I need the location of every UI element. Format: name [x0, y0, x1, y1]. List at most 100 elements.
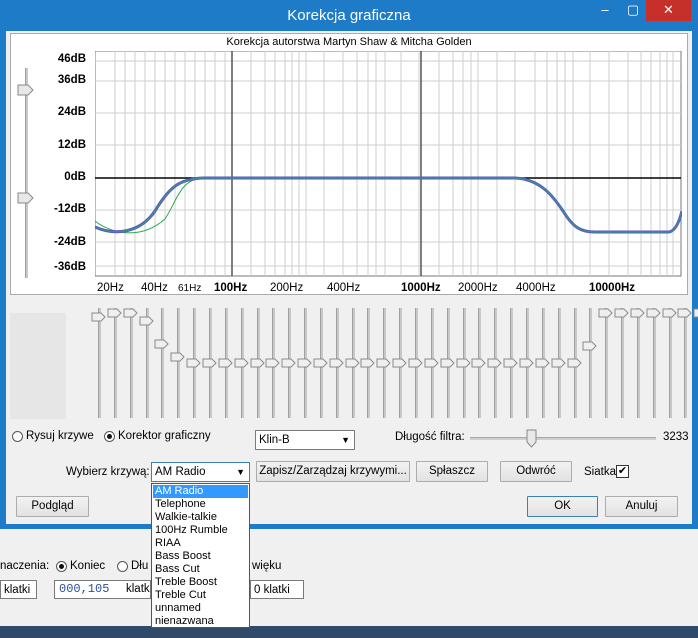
- eq-band-thumb[interactable]: [582, 341, 597, 351]
- filter-length-thumb[interactable]: [526, 429, 537, 448]
- freq-label: 20Hz: [97, 282, 124, 294]
- draw-curves-radio[interactable]: [12, 431, 23, 442]
- eq-band-thumb[interactable]: [471, 358, 486, 368]
- eq-band-track[interactable]: [114, 308, 117, 418]
- min-gain-slider-thumb[interactable]: [17, 192, 34, 204]
- eq-band-thumb[interactable]: [440, 358, 455, 368]
- eq-band-track[interactable]: [130, 308, 133, 418]
- eq-band-track[interactable]: [684, 308, 687, 418]
- graphic-eq-label: Korektor graficzny: [118, 430, 211, 442]
- curve-option[interactable]: RIAA: [153, 537, 248, 550]
- flatten-button[interactable]: Spłaszcz: [416, 461, 488, 482]
- eq-band-thumb[interactable]: [424, 358, 439, 368]
- eq-band-thumb[interactable]: [91, 312, 106, 322]
- eq-band-thumb[interactable]: [503, 358, 518, 368]
- eq-band-thumb[interactable]: [693, 308, 698, 318]
- eq-band-thumb[interactable]: [234, 358, 249, 368]
- eq-band-track[interactable]: [98, 308, 101, 418]
- ok-button[interactable]: OK: [527, 496, 598, 517]
- preview-button[interactable]: Podgląd: [16, 496, 89, 517]
- bg-end-radio[interactable]: [56, 561, 67, 572]
- max-gain-slider-thumb[interactable]: [17, 84, 34, 96]
- minimize-button[interactable]: –: [590, 0, 620, 21]
- grid-checkbox[interactable]: ✔: [616, 465, 629, 478]
- bg-unit-select-right[interactable]: 0 klatki: [250, 580, 304, 599]
- eq-band-thumb[interactable]: [170, 352, 185, 362]
- filter-length-label: Długość filtra:: [395, 431, 465, 443]
- eq-band-track[interactable]: [161, 308, 164, 418]
- eq-band-thumb[interactable]: [408, 358, 423, 368]
- eq-band-thumb[interactable]: [662, 308, 677, 318]
- eq-band-thumb[interactable]: [614, 308, 629, 318]
- bg-length-radio[interactable]: [117, 561, 128, 572]
- curve-option[interactable]: Bass Boost: [153, 550, 248, 563]
- maximize-button[interactable]: ▢: [620, 0, 646, 21]
- eq-band-thumb[interactable]: [392, 358, 407, 368]
- bg-unit-select-left[interactable]: klatki: [0, 580, 37, 599]
- eq-band-thumb[interactable]: [646, 308, 661, 318]
- bg-time-value: 000,105: [59, 582, 110, 596]
- eq-band-thumb[interactable]: [218, 358, 233, 368]
- graphic-eq-radio[interactable]: [104, 431, 115, 442]
- eq-band-thumb[interactable]: [281, 358, 296, 368]
- curve-option[interactable]: Bass Cut: [153, 563, 248, 576]
- curve-option[interactable]: Treble Boost: [153, 576, 248, 589]
- eq-band-thumb[interactable]: [313, 358, 328, 368]
- curve-option[interactable]: nienazwana: [153, 615, 248, 628]
- eq-band-track[interactable]: [589, 308, 592, 418]
- eq-band-thumb[interactable]: [551, 358, 566, 368]
- curve-option[interactable]: unnamed: [153, 602, 248, 615]
- eq-band-thumb[interactable]: [535, 358, 550, 368]
- eq-band-thumb[interactable]: [456, 358, 471, 368]
- eq-band-thumb[interactable]: [360, 358, 375, 368]
- curve-option[interactable]: Treble Cut: [153, 589, 248, 602]
- close-button[interactable]: ✕: [646, 0, 691, 21]
- eq-graph[interactable]: [95, 51, 682, 277]
- bg-unit-mid: klatk: [126, 583, 150, 595]
- curve-option[interactable]: AM Radio: [153, 485, 248, 498]
- filter-length-track[interactable]: [470, 437, 656, 440]
- eq-band-thumb[interactable]: [123, 308, 138, 318]
- eq-band-thumb[interactable]: [139, 316, 154, 326]
- db-label: 12dB: [57, 139, 86, 151]
- curve-option[interactable]: 100Hz Rumble: [153, 524, 248, 537]
- eq-band-track[interactable]: [669, 308, 672, 418]
- curve-select[interactable]: AM Radio ▼: [151, 462, 250, 482]
- curve-option[interactable]: Walkie-talkie: [153, 511, 248, 524]
- eq-band-thumb[interactable]: [250, 358, 265, 368]
- filter-length-value: 3233: [663, 431, 689, 443]
- eq-band-thumb[interactable]: [297, 358, 312, 368]
- eq-band-thumb[interactable]: [329, 358, 344, 368]
- eq-band-thumb[interactable]: [345, 358, 360, 368]
- checkmark-icon: ✔: [617, 465, 628, 477]
- curve-dropdown-list[interactable]: AM Radio Telephone Walkie-talkie 100Hz Rumb…: [151, 483, 250, 628]
- eq-band-thumb[interactable]: [107, 308, 122, 318]
- eq-band-thumb[interactable]: [265, 358, 280, 368]
- eq-band-thumb[interactable]: [487, 358, 502, 368]
- bg-length-label: Dłu: [131, 560, 149, 572]
- eq-band-track[interactable]: [653, 308, 656, 418]
- curve-option[interactable]: Telephone: [153, 498, 248, 511]
- eq-band-track[interactable]: [621, 308, 624, 418]
- freq-label: 400Hz: [327, 282, 361, 294]
- eq-band-thumb[interactable]: [376, 358, 391, 368]
- eq-band-thumb[interactable]: [630, 308, 645, 318]
- select-curve-label: Wybierz krzywą:: [66, 466, 150, 478]
- freq-label: 200Hz: [270, 282, 304, 294]
- eq-band-thumb[interactable]: [202, 358, 217, 368]
- eq-band-thumb[interactable]: [186, 358, 201, 368]
- eq-band-track[interactable]: [637, 308, 640, 418]
- save-manage-curves-button[interactable]: Zapisz/Zarządzaj krzywymi...: [256, 461, 410, 482]
- eq-band-track[interactable]: [605, 308, 608, 418]
- eq-band-thumb[interactable]: [567, 358, 582, 368]
- invert-button[interactable]: Odwróć: [500, 461, 572, 482]
- eq-band-thumb[interactable]: [519, 358, 534, 368]
- interpolation-select[interactable]: Klin-B ▼: [255, 430, 355, 450]
- eq-band-track[interactable]: [177, 308, 180, 418]
- eq-band-thumb[interactable]: [677, 308, 692, 318]
- bg-label: naczenia:: [0, 560, 50, 572]
- cancel-button[interactable]: Anuluj: [605, 496, 678, 517]
- db-label: -36dB: [54, 261, 86, 273]
- eq-band-thumb[interactable]: [154, 339, 169, 349]
- eq-band-thumb[interactable]: [598, 308, 613, 318]
